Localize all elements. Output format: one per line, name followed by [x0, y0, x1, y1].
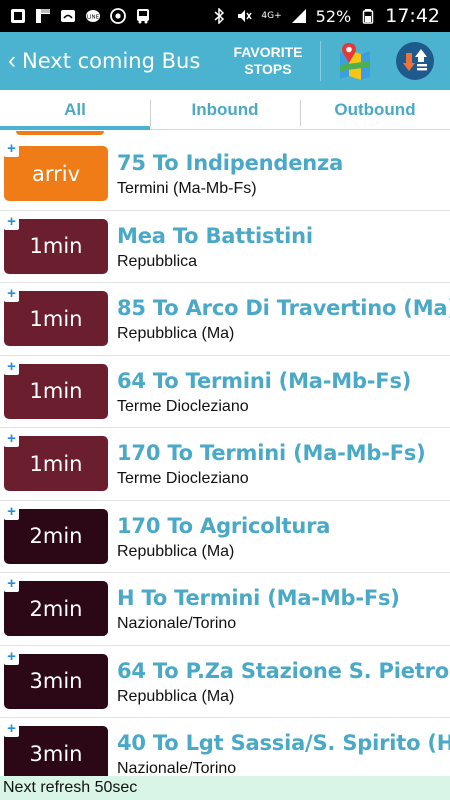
arrival-time: 3min: [29, 741, 83, 766]
tab-inbound[interactable]: Inbound: [150, 90, 300, 129]
arrival-time: 3min: [29, 669, 83, 693]
arrival-time-badge: 1min: [4, 363, 108, 419]
add-favorite-icon[interactable]: +: [4, 431, 19, 447]
tab-inbound-label: Inbound: [191, 99, 259, 119]
stop-name: Repubblica (Ma): [117, 687, 235, 705]
arrival-time: arriv: [31, 161, 81, 186]
stop-name: Repubblica (Ma): [117, 542, 235, 560]
add-favorite-icon[interactable]: +: [4, 141, 19, 157]
arrival-time-badge: 2min: [4, 581, 108, 636]
arrival-time-badge: 1min: [4, 218, 108, 274]
chrome-notification-icon: [110, 8, 126, 24]
stop-name: Repubblica (Ma): [117, 325, 235, 342]
favorite-stops-label-line2: STOPS: [244, 61, 292, 77]
map-pin-icon: [340, 43, 370, 80]
add-favorite-icon[interactable]: +: [4, 649, 19, 665]
page-title: Next coming Bus: [22, 49, 201, 73]
battery-icon: [362, 9, 374, 24]
header-divider: [320, 41, 321, 81]
signal-icon: [291, 9, 306, 23]
route-name: Mea To Battistini: [117, 223, 313, 248]
arrivals-list[interactable]: arriv + 75 To Indipendenza Termini (Ma-M…: [0, 131, 450, 776]
stop-name: Repubblica: [117, 252, 198, 270]
arrival-time-badge: arriv: [4, 146, 108, 201]
status-bar: LINE 4G+ 52% 17:42: [0, 0, 450, 32]
clock: 17:42: [385, 5, 440, 27]
route-name: 170 To Agricoltura: [117, 513, 331, 538]
stop-name: Terme Diocleziano: [117, 470, 249, 487]
route-name: 40 To Lgt Sassia/S. Spirito (H): [117, 731, 450, 755]
add-favorite-icon[interactable]: +: [4, 504, 19, 520]
stop-name: Termini (Ma-Mb-Fs): [117, 180, 257, 197]
gallery-notification-icon: [11, 9, 25, 23]
arrival-row[interactable]: 1min + 170 To Termini (Ma-Mb-Fs) Terme D…: [0, 428, 450, 501]
arrival-row[interactable]: 1min + Mea To Battistini Repubblica: [0, 210, 450, 283]
partial-row-above: [16, 131, 104, 135]
tab-outbound-label: Outbound: [334, 99, 416, 119]
route-name: 64 To Termini (Ma-Mb-Fs): [117, 368, 412, 393]
arrival-time-badge: 2min: [4, 508, 108, 564]
arrival-time: 2min: [29, 596, 83, 621]
tab-outbound[interactable]: Outbound: [300, 90, 450, 129]
add-favorite-icon[interactable]: +: [4, 721, 19, 737]
bus-notification-icon: [137, 9, 149, 24]
svg-text:LINE: LINE: [87, 15, 100, 21]
app-bar: ‹ Next coming Bus FAVORITE STOPS: [0, 32, 450, 90]
favorite-stops-label-line1: FAVORITE: [233, 44, 303, 60]
route-name: 75 To Indipendenza: [117, 151, 344, 175]
back-button[interactable]: ‹: [2, 47, 22, 75]
sort-icon: [396, 42, 434, 80]
arrival-row[interactable]: 3min + 64 To P.Za Stazione S. Pietro (Fl…: [0, 645, 450, 718]
arrival-time: 2min: [29, 524, 83, 548]
arrival-time-badge: 3min: [4, 653, 108, 709]
add-favorite-icon[interactable]: +: [4, 286, 19, 302]
add-favorite-icon[interactable]: +: [4, 359, 19, 375]
map-button[interactable]: [327, 32, 383, 90]
arrival-time-badge: 3min: [4, 726, 108, 776]
add-favorite-icon[interactable]: +: [4, 576, 19, 592]
favorite-stops-button[interactable]: FAVORITE STOPS: [222, 44, 314, 78]
stop-name: Nazionale/Torino: [117, 615, 237, 632]
flipboard-notification-icon: [36, 9, 50, 23]
add-favorite-icon[interactable]: +: [4, 214, 19, 230]
arrival-time: 1min: [29, 451, 83, 476]
route-name: H To Termini (Ma-Mb-Fs): [117, 586, 400, 610]
refresh-status: Next refresh 50sec: [0, 776, 450, 800]
arrival-time: 1min: [29, 306, 83, 331]
network-type: 4G+: [261, 11, 282, 21]
system-icons: 4G+ 52% 17:42: [211, 5, 440, 27]
arrival-row[interactable]: 2min + 170 To Agricoltura Repubblica (Ma…: [0, 500, 450, 573]
stop-name: Nazionale/Torino: [117, 760, 237, 776]
arrival-row[interactable]: 1min + 64 To Termini (Ma-Mb-Fs) Terme Di…: [0, 355, 450, 428]
arrival-row[interactable]: 2min + H To Termini (Ma-Mb-Fs) Nazionale…: [0, 573, 450, 646]
direction-tabs: All Inbound Outbound: [0, 90, 450, 130]
mute-icon: [238, 10, 253, 22]
bluetooth-icon: [214, 8, 225, 24]
notification-icons: LINE: [10, 8, 151, 24]
arrival-time-badge: 1min: [4, 291, 108, 346]
arrival-time: 1min: [29, 379, 83, 403]
tab-all-label: All: [64, 99, 86, 119]
stop-name: Terme Diocleziano: [117, 397, 249, 415]
arrival-time-badge: 1min: [4, 436, 108, 491]
arrival-row[interactable]: 1min + 85 To Arco Di Travertino (Ma) Rep…: [0, 283, 450, 356]
wifi-calling-icon: [61, 10, 75, 22]
arrival-row[interactable]: arriv + 75 To Indipendenza Termini (Ma-M…: [0, 138, 450, 211]
arrival-row[interactable]: 3min + 40 To Lgt Sassia/S. Spirito (H) N…: [0, 718, 450, 776]
sort-button[interactable]: [387, 32, 443, 90]
route-name: 170 To Termini (Ma-Mb-Fs): [117, 441, 426, 465]
route-name: 85 To Arco Di Travertino (Ma): [117, 296, 450, 320]
battery-percent: 52%: [315, 6, 352, 26]
arrival-time: 1min: [29, 234, 83, 258]
tab-all[interactable]: All: [0, 90, 150, 130]
line-notification-icon: LINE: [86, 10, 100, 22]
route-name: 64 To P.Za Stazione S. Pietro (Fl): [117, 658, 450, 683]
